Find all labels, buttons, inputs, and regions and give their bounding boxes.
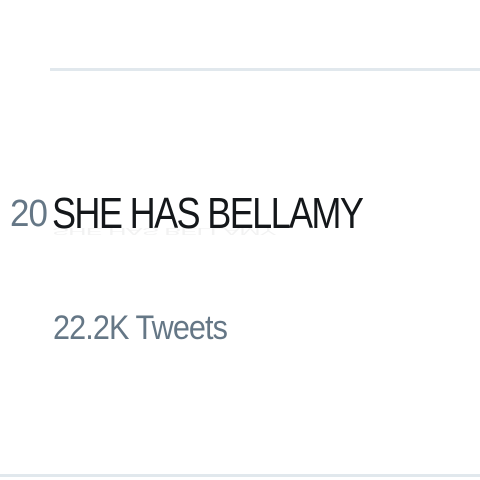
trend-name[interactable]: SHE HAS BELLAMY [52,186,364,242]
top-divider [50,68,480,71]
trend-rank: 20 [10,193,48,235]
bottom-divider [0,474,480,477]
trend-list-item[interactable]: 20 SHE HAS BELLAMY SHE HAS BELLAMY 22.2K… [0,180,480,380]
trend-tweet-count: 22.2K Tweets [53,309,228,347]
